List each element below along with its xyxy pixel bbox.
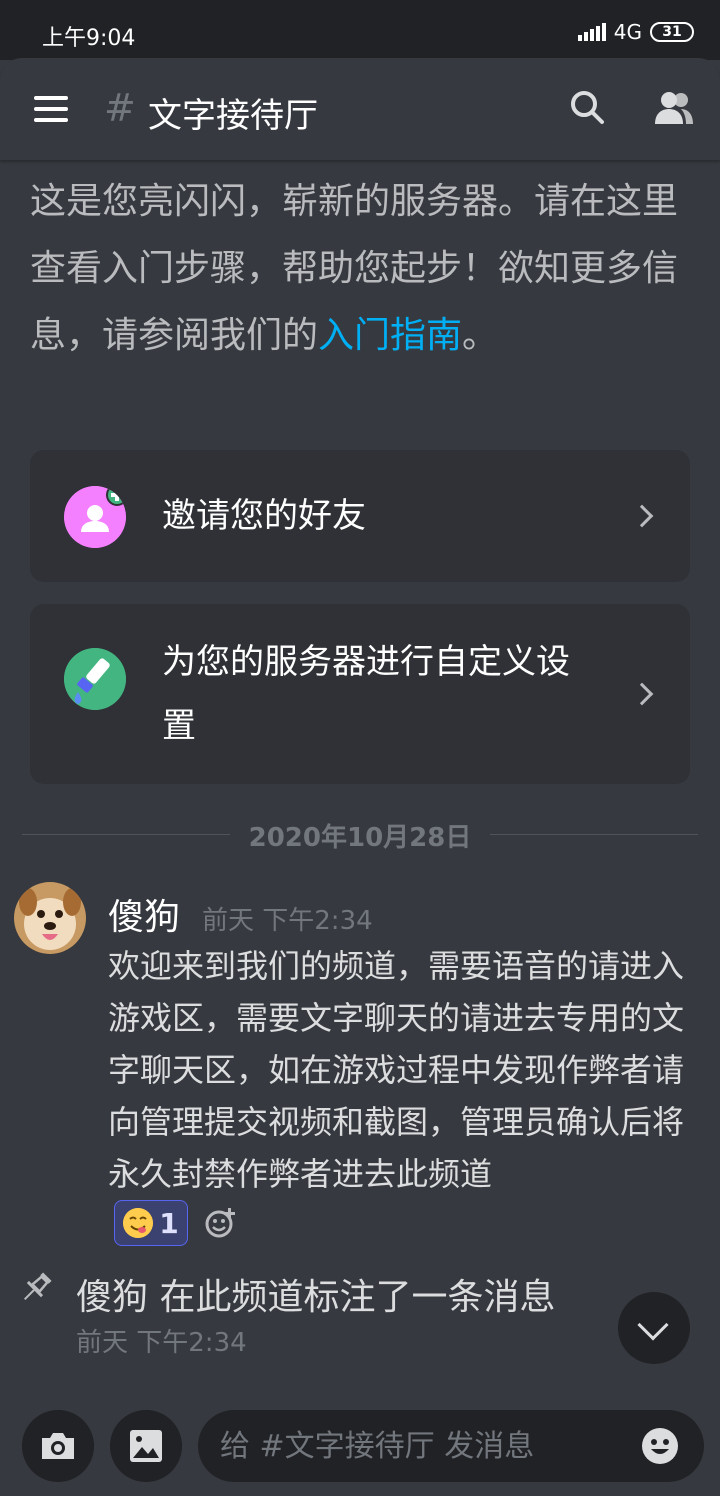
emoji-icon[interactable] bbox=[640, 1426, 680, 1466]
status-time: 上午9:04 bbox=[42, 26, 136, 51]
intro-end: 。 bbox=[462, 315, 499, 356]
divider-date: 2020年10月28日 bbox=[248, 823, 472, 853]
signal-icon bbox=[577, 23, 606, 41]
date-divider: 2020年10月28日 bbox=[22, 823, 698, 853]
invite-friends-label: 邀请您的好友 bbox=[162, 496, 366, 536]
search-icon[interactable] bbox=[566, 86, 610, 130]
chevron-right-icon bbox=[630, 682, 654, 706]
status-bar: 上午9:04 4G 31 bbox=[0, 0, 720, 60]
getting-started-link[interactable]: 入门指南 bbox=[318, 315, 462, 356]
menu-icon[interactable] bbox=[34, 96, 68, 122]
image-button[interactable] bbox=[110, 1410, 182, 1482]
members-icon[interactable] bbox=[652, 86, 696, 130]
message-input[interactable] bbox=[198, 1410, 704, 1482]
add-friend-icon bbox=[64, 486, 126, 548]
paintbrush-icon bbox=[64, 648, 126, 710]
chevron-right-icon bbox=[630, 504, 654, 528]
pin-notice-text[interactable]: 傻狗 在此频道标注了一条消息 bbox=[76, 1268, 555, 1320]
pin-notice-timestamp: 前天 下午2:34 bbox=[76, 1328, 247, 1358]
customize-server-card[interactable]: 为您的服务器进行自定义设置 bbox=[30, 604, 690, 784]
message-composer bbox=[0, 1392, 720, 1496]
message-timestamp: 前天 下午2:34 bbox=[202, 906, 373, 936]
yum-emoji-icon bbox=[123, 1208, 154, 1238]
message-content: 欢迎来到我们的频道，需要语音的请进入游戏区，需要文字聊天的请进去专用的文字聊天区… bbox=[108, 947, 685, 1193]
channel-header: # 文字接待厅 bbox=[0, 58, 720, 160]
message-author[interactable]: 傻狗 bbox=[108, 888, 180, 940]
invite-friends-card[interactable]: 邀请您的好友 bbox=[30, 450, 690, 582]
camera-button[interactable] bbox=[22, 1410, 94, 1482]
server-intro: 这是您亮闪闪，崭新的服务器。请在这里查看入门步骤，帮助您起步！欲知更多信息，请参… bbox=[30, 168, 700, 369]
message-list[interactable]: 这是您亮闪闪，崭新的服务器。请在这里查看入门步骤，帮助您起步！欲知更多信息，请参… bbox=[0, 160, 720, 1392]
pin-icon bbox=[23, 1272, 52, 1301]
network-type: 4G bbox=[613, 20, 642, 44]
avatar[interactable] bbox=[14, 882, 86, 954]
channel-hash-icon: # bbox=[104, 86, 136, 130]
jump-to-present-button[interactable] bbox=[618, 1292, 690, 1364]
reaction-yum[interactable]: 1 bbox=[114, 1200, 188, 1246]
add-reaction-icon[interactable] bbox=[204, 1206, 238, 1240]
battery-icon: 31 bbox=[650, 22, 694, 42]
status-indicators: 4G 31 bbox=[577, 20, 694, 44]
reaction-count: 1 bbox=[159, 1206, 179, 1240]
customize-server-label: 为您的服务器进行自定义设置 bbox=[162, 642, 570, 746]
channel-title: 文字接待厅 bbox=[148, 96, 318, 136]
chevron-down-icon bbox=[637, 1309, 669, 1341]
